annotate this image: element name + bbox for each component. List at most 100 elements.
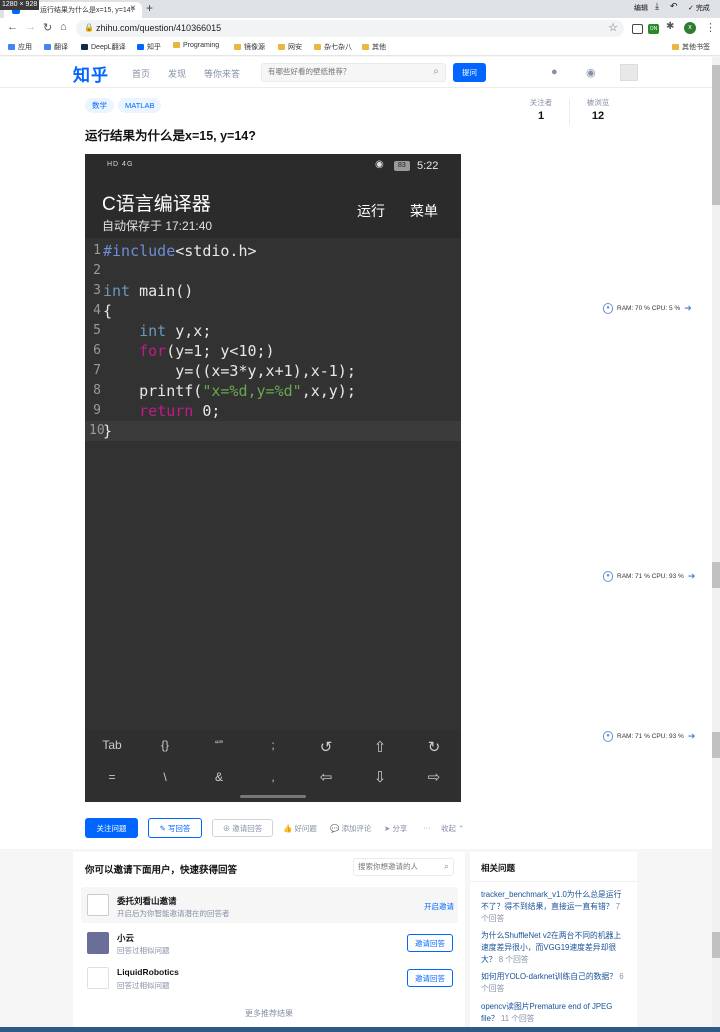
ram-usage: RAM: 70 % [617,305,650,313]
answer-count: 8 个回答 [498,955,529,964]
done-label: 完成 [695,5,710,12]
edit-button[interactable]: 编辑 [634,3,648,13]
comment-icon: 💬 [330,824,340,833]
search-icon[interactable]: ⌕ [433,66,439,77]
os-taskbar [0,1027,720,1032]
arrow-left-key-icon: ⇦ [319,769,333,786]
line-number: 5 [93,323,101,338]
done-button[interactable]: ✓ 完成 [688,3,710,13]
bookmark-deepl[interactable]: DeepL翻译 [81,42,126,52]
line-number: 9 [93,403,101,418]
bookmark-star-icon[interactable]: ☆ [608,21,618,34]
kebab-menu-icon[interactable]: ⋮ [705,21,716,34]
notification-bell-icon[interactable]: ● [551,66,558,78]
search-box: ⌕ [261,63,446,82]
extension-icon[interactable] [632,24,643,34]
resource-monitor[interactable]: ● RAM: 71 % CPU: 93 % ➔ [603,571,695,582]
search-input[interactable] [268,67,418,76]
add-comment-button[interactable]: 💬 添加评论 [330,823,371,834]
zhihu-logo[interactable]: 知乎 [73,61,109,86]
messages-icon[interactable]: ◉ [586,66,596,79]
follow-question-button[interactable]: 关注问题 [85,818,138,838]
user-avatar[interactable] [87,967,109,989]
user-avatar[interactable] [620,64,638,81]
back-icon[interactable]: ← [7,21,18,33]
collapse-button[interactable]: 收起 ⌃ [441,823,464,834]
scrollbar-thumb[interactable] [712,932,720,958]
related-question[interactable]: tracker_benchmark_v1.0为什么总是运行不了？得不到结果，直接… [481,889,626,925]
write-answer-button[interactable]: ✎ 写回答 [148,818,202,838]
related-question[interactable]: opencv读图片Premature end of JPEG file？ 11 … [481,1001,626,1025]
puzzle-icon[interactable]: ✱ [666,21,674,32]
share-button[interactable]: ➤ 分享 [384,823,407,834]
collapse-label: 收起 [441,824,456,833]
reload-icon[interactable]: ↻ [43,21,52,34]
ask-button[interactable]: 提问 [453,63,486,82]
profile-avatar[interactable]: x [684,22,696,34]
bookmark-folder-other[interactable]: 其他 [362,42,386,52]
invite-user-button[interactable]: 邀请回答 [407,934,453,952]
good-question-button[interactable]: 👍 好问题 [283,823,317,834]
ram-usage: RAM: 71 % [617,573,650,581]
more-recommendations-link[interactable]: 更多推荐结果 [73,1008,465,1019]
enable-invite-link[interactable]: 开启邀请 [424,901,454,912]
code-line: 4{ [85,301,461,321]
undo-icon[interactable]: ↶ [670,1,678,12]
extension-on-icon[interactable]: ON [648,24,659,34]
scrollbar-thumb[interactable] [712,65,720,205]
topic-tag[interactable]: MATLAB [118,98,162,113]
home-icon[interactable]: ⌂ [60,21,67,33]
thumbs-up-icon: 👍 [283,824,293,833]
key-ampersand: & [214,770,223,784]
bookmark-folder-misc[interactable]: 杂七杂八 [314,42,352,52]
user-avatar[interactable] [87,932,109,954]
forward-icon[interactable]: → [25,21,36,33]
more-options-icon[interactable]: ··· [423,823,431,832]
search-icon[interactable]: ⌕ [444,861,449,872]
other-bookmarks-folder[interactable]: 其他书签 [672,42,710,52]
invite-answer-button[interactable]: ⊕ 邀请回答 [212,819,273,837]
bookmark-label: 网安 [288,44,302,51]
line-number: 8 [93,383,101,398]
arrow-right-icon[interactable]: ➔ [684,303,692,313]
bookmark-translate[interactable]: 翻译 [44,42,68,52]
download-icon[interactable]: ⤓ [655,1,659,12]
bookmark-zhihu[interactable]: 知乎 [137,42,161,52]
close-tab-icon[interactable]: × [130,3,136,14]
invite-user-button[interactable]: 邀请回答 [407,969,453,987]
scrollbar-thumb[interactable] [712,732,720,758]
views-count: 12 [591,110,605,122]
omnibox[interactable]: 🔒 zhihu.com/question/410366015 ☆ [76,20,624,37]
resource-monitor[interactable]: ● RAM: 71 % CPU: 93 % ➔ [603,731,695,742]
scrollbar-thumb[interactable] [712,562,720,588]
phone-clock: 5:22 [417,160,439,172]
key-tab: Tab [102,738,122,752]
topic-tag[interactable]: 数学 [85,98,114,113]
url-text[interactable]: zhihu.com/question/410366015 [96,23,221,33]
user-name[interactable]: LiquidRobotics [117,967,179,977]
page-scrollbar[interactable] [712,57,720,1032]
related-question-text[interactable]: 如何用YOLO-darknet训练自己的数据？ [481,972,617,981]
new-tab-icon[interactable]: + [146,1,153,15]
related-question[interactable]: 如何用YOLO-darknet训练自己的数据？ 6 个回答 [481,971,626,995]
related-question-text[interactable]: tracker_benchmark_v1.0为什么总是运行不了？得不到结果，直接… [481,890,621,911]
code-line: 2 [85,261,461,281]
nav-waiting[interactable]: 等你来答 [204,67,240,80]
arrow-right-icon[interactable]: ➔ [688,731,696,741]
line-number: 2 [93,263,101,278]
resource-monitor[interactable]: ● RAM: 70 % CPU: 5 % ➔ [603,303,692,314]
bookmark-apps[interactable]: 应用 [8,42,32,52]
nav-home[interactable]: 首页 [132,67,150,80]
bookmark-folder-security[interactable]: 网安 [278,42,302,52]
profile-initial: x [688,24,692,31]
menu-button: 菜单 [410,203,438,219]
user-name[interactable]: 小云 [117,932,134,944]
bookmark-folder-mirror[interactable]: 镜像源 [234,42,265,52]
question-image-phone-screenshot[interactable]: HD 4G ◉ 83 5:22 C语言编译器 自动保存于 17:21:40 运行… [85,154,461,802]
related-question[interactable]: 为什么ShuffleNet v2在两台不同的机器上速度差异很小，而VGG19速度… [481,930,626,966]
arrow-right-icon[interactable]: ➔ [688,571,696,581]
bookmark-folder-programing[interactable]: Programing [173,42,219,49]
code-text: y=((x=3*y,x+1),x-1); [103,362,356,380]
invite-search-input[interactable] [358,862,436,871]
nav-explore[interactable]: 发现 [168,67,186,80]
